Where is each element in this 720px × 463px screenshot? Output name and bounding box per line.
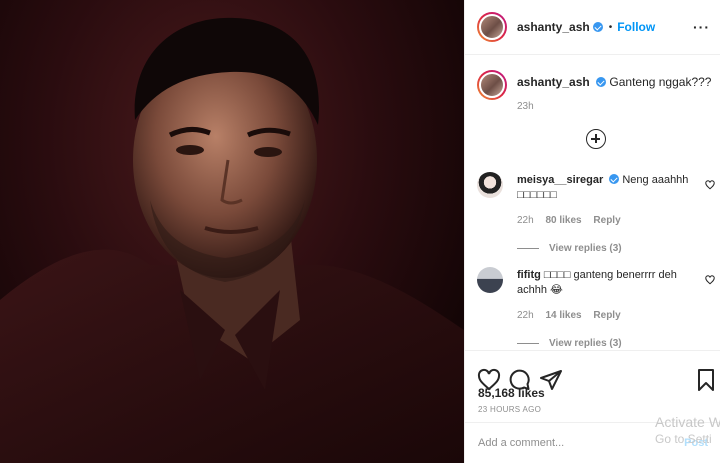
comment-meta: 22h 14 likes Reply — [517, 310, 709, 321]
activation-watermark: Activate W Go to Setti — [655, 414, 720, 448]
view-replies-button[interactable]: View replies (3) — [517, 243, 709, 254]
watermark-line2: Go to Setti — [655, 432, 712, 446]
post-header: ashanty_ash • Follow ··· — [465, 0, 720, 55]
post-timestamp[interactable]: 23 HOURS AGO — [478, 405, 541, 414]
comment-time[interactable]: 22h — [517, 310, 534, 321]
view-replies-label: View replies (3) — [549, 338, 622, 349]
caption-timestamp[interactable]: 23h — [517, 101, 534, 112]
comment-time[interactable]: 22h — [517, 215, 534, 226]
commenter-username[interactable]: fifitg — [517, 269, 541, 281]
likes-count[interactable]: 85,168 likes — [478, 386, 545, 400]
reply-button[interactable]: Reply — [593, 310, 620, 321]
caption-avatar[interactable] — [477, 70, 507, 100]
follow-button[interactable]: Follow — [617, 20, 655, 34]
comment-text: □□□□ ganteng benerrrr deh — [543, 269, 677, 281]
plus-circle-icon[interactable] — [586, 129, 606, 149]
comment-item: fifitg □□□□ ganteng benerrrr deh achhh 😂… — [477, 267, 715, 349]
commenter-avatar[interactable] — [477, 267, 503, 293]
comment-likes[interactable]: 14 likes — [545, 310, 581, 321]
reply-button[interactable]: Reply — [593, 215, 620, 226]
action-bar — [465, 350, 720, 392]
view-replies-button[interactable]: View replies (3) — [517, 338, 709, 349]
post-side-panel: ashanty_ash • Follow ··· ashanty_ash Gan… — [464, 0, 720, 463]
caption-username[interactable]: ashanty_ash — [517, 75, 590, 89]
heart-icon[interactable] — [705, 180, 715, 190]
author-avatar[interactable] — [477, 12, 507, 42]
more-options-icon[interactable]: ··· — [693, 19, 710, 35]
post-photo[interactable] — [0, 0, 464, 463]
portrait-image — [0, 17, 464, 463]
commenter-username[interactable]: meisya__siregar — [517, 174, 603, 186]
caption-text: Ganteng nggak??? — [609, 75, 712, 89]
verified-badge-icon — [592, 22, 603, 32]
separator-dot: • — [608, 21, 613, 33]
watermark-line1: Activate W — [655, 414, 720, 430]
bookmark-icon[interactable] — [694, 368, 718, 392]
verified-badge-icon — [609, 174, 620, 184]
author-username[interactable]: ashanty_ash — [517, 20, 590, 34]
comment-meta: 22h 80 likes Reply — [517, 215, 709, 226]
comment-item: meisya__siregar Neng aaahhh □□□□□□ 22h 8… — [477, 172, 715, 254]
heart-icon[interactable] — [705, 275, 715, 285]
view-replies-label: View replies (3) — [549, 243, 622, 254]
post-caption: ashanty_ash Ganteng nggak??? — [477, 70, 711, 100]
comment-text-line2: achhh 😂 — [517, 284, 563, 296]
commenter-avatar[interactable] — [477, 172, 503, 198]
comment-text-line2: □□□□□□ — [517, 189, 557, 201]
verified-badge-icon — [596, 77, 607, 87]
comment-text: Neng aaahhh — [622, 174, 689, 186]
comment-likes[interactable]: 80 likes — [545, 215, 581, 226]
